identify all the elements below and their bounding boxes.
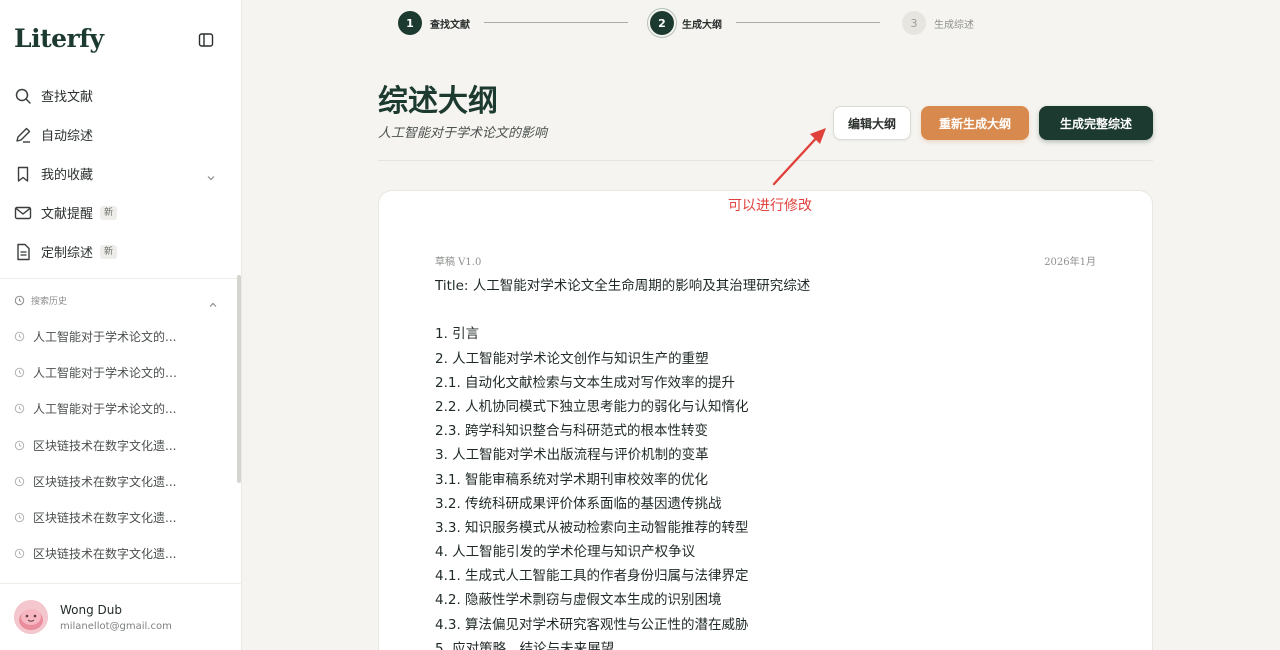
step-connector: [484, 22, 628, 23]
clock-icon: [14, 331, 25, 341]
outline-line: 4.1. 生成式人工智能工具的作者身份归属与法律界定: [435, 568, 749, 585]
history-item[interactable]: 人工智能对于学术论文的...: [0, 391, 236, 427]
outline-line: 4.2. 隐蔽性学术剽窃与虚假文本生成的识别困境: [435, 592, 722, 609]
user-name: Wong Dub: [60, 603, 123, 617]
page-subtitle: 人工智能对于学术论文的影响: [378, 126, 548, 141]
step-number: 2: [650, 11, 674, 35]
history-item[interactable]: 区块链技术在数字文化遗...: [0, 536, 236, 572]
outline-line: 3.3. 知识服务模式从被动检索向主动智能推荐的转型: [435, 519, 749, 536]
outline-line: 2.1. 自动化文献检索与文本生成对写作效率的提升: [435, 374, 736, 391]
history-item-label: 区块链技术在数字文化遗...: [33, 438, 177, 453]
clock-icon: [14, 440, 25, 450]
search-icon: [14, 87, 32, 105]
history-item-label: 人工智能对于学术论文的...: [33, 329, 177, 344]
sidebar-item-literature-alerts[interactable]: 文献提醒 新: [0, 193, 242, 232]
clock-icon: [14, 367, 25, 378]
outline-line: 2. 人工智能对学术论文创作与知识生产的重塑: [435, 350, 709, 367]
search-history-list: 人工智能对于学术论文的... 人工智能对于学术论文的影响 人工智能对于学术论文的…: [0, 318, 236, 572]
sidebar-item-label: 自动综述: [41, 129, 94, 144]
outline-content: Title: 人工智能对学术论文全生命周期的影响及其治理研究综述 1. 引言 2…: [435, 274, 1095, 650]
chevron-up-icon[interactable]: [208, 295, 218, 307]
app-logo[interactable]: Literfy: [14, 24, 104, 53]
clock-icon: [14, 476, 25, 487]
outline-line: 3.1. 智能审稿系统对学术期刊审校效率的优化: [435, 471, 709, 488]
search-history-header[interactable]: 搜索历史: [14, 292, 224, 308]
step-find-literature[interactable]: 1 查找文献: [398, 10, 470, 36]
step-generate-review[interactable]: 3 生成综述: [902, 10, 974, 36]
outline-line: 1. 引言: [435, 326, 480, 343]
outline-line: 3.2. 传统科研成果评价体系面临的基因遗传挑战: [435, 495, 722, 512]
history-item-label: 区块链技术在数字文化遗...: [33, 547, 177, 562]
step-label: 查找文献: [430, 19, 470, 31]
page-title: 综述大纲: [378, 84, 498, 119]
history-item[interactable]: 人工智能对于学术论文的影响: [0, 354, 236, 390]
annotation-arrow-icon: [772, 128, 826, 186]
bookmark-icon: [14, 165, 32, 183]
clock-icon: [14, 404, 25, 414]
outline-line: 2.2. 人机协同模式下独立思考能力的弱化与认知惰化: [435, 398, 749, 415]
step-connector: [736, 22, 880, 23]
sidebar: Literfy 查找文献 自动综述 我的收藏 文献提醒 新 定制综述 新 搜索历…: [0, 0, 242, 650]
search-history-title: 搜索历史: [31, 296, 68, 307]
draft-card: 草稿 V1.0 2026年1月 Title: 人工智能对学术论文全生命周期的影响…: [378, 190, 1153, 650]
clock-icon: [14, 512, 25, 523]
header-divider: [378, 160, 1153, 161]
history-icon: [14, 291, 25, 310]
outline-line: 3. 人工智能对学术出版流程与评价机制的变革: [435, 447, 709, 464]
regenerate-outline-button[interactable]: 重新生成大纲: [921, 106, 1029, 140]
new-badge: 新: [100, 205, 118, 220]
sidebar-item-label: 文献提醒: [41, 207, 94, 222]
sidebar-divider: [0, 278, 242, 279]
history-item-label: 人工智能对于学术论文的影响: [33, 365, 183, 380]
user-profile[interactable]: Wong Dub milanellot@gmail.com: [14, 600, 234, 640]
history-item[interactable]: 人工智能对于学术论文的...: [0, 318, 236, 354]
outline-title: Title: 人工智能对学术论文全生命周期的影响及其治理研究综述: [435, 278, 811, 294]
sidebar-item-label: 定制综述: [41, 246, 94, 261]
avatar[interactable]: [14, 600, 48, 634]
history-item-label: 区块链技术在数字文化遗...: [33, 511, 177, 526]
outline-spacer: [435, 298, 1095, 322]
step-generate-outline[interactable]: 2 生成大纲: [650, 10, 722, 36]
sidebar-divider: [0, 583, 242, 584]
draft-date: 2026年1月: [1044, 257, 1096, 268]
draft-version: 草稿 V1.0: [435, 257, 482, 268]
new-badge: 新: [100, 244, 118, 259]
step-label: 生成综述: [934, 19, 974, 31]
step-number: 3: [902, 11, 926, 35]
sidebar-nav: 查找文献 自动综述 我的收藏 文献提醒 新 定制综述 新: [0, 76, 242, 271]
document-icon: [14, 243, 32, 261]
outline-line: 5. 应对策略、结论与未来展望: [435, 640, 615, 650]
step-label: 生成大纲: [682, 19, 722, 31]
outline-line: 4. 人工智能引发的学术伦理与知识产权争议: [435, 544, 696, 561]
chevron-down-icon[interactable]: [206, 168, 216, 181]
history-item-label: 区块链技术在数字文化遗...: [33, 474, 177, 489]
sidebar-toggle-icon[interactable]: [197, 31, 215, 49]
sidebar-item-auto-review[interactable]: 自动综述: [0, 115, 242, 154]
progress-stepper: 1 查找文献 2 生成大纲 3 生成综述: [398, 10, 998, 36]
step-number: 1: [398, 11, 422, 35]
sidebar-item-favorites[interactable]: 我的收藏: [0, 154, 242, 193]
pen-icon: [14, 126, 32, 144]
sidebar-item-label: 查找文献: [41, 90, 94, 105]
outline-line: 2.3. 跨学科知识整合与科研范式的根本性转变: [435, 423, 709, 440]
history-item-label: 人工智能对于学术论文的...: [33, 402, 177, 417]
generate-full-review-button[interactable]: 生成完整综述: [1039, 106, 1153, 140]
clock-icon: [14, 549, 25, 559]
history-item[interactable]: 区块链技术在数字文化遗...: [0, 463, 236, 499]
mail-icon: [14, 204, 32, 222]
user-email: milanellot@gmail.com: [60, 621, 172, 632]
sidebar-item-label: 我的收藏: [41, 168, 94, 183]
history-item[interactable]: 区块链技术在数字文化遗...: [0, 499, 236, 535]
sidebar-item-search-literature[interactable]: 查找文献: [0, 76, 242, 115]
sidebar-scrollbar[interactable]: [237, 275, 241, 483]
edit-outline-button[interactable]: 编辑大纲: [833, 106, 911, 140]
sidebar-item-custom-review[interactable]: 定制综述 新: [0, 232, 242, 271]
outline-line: 4.3. 算法偏见对学术研究客观性与公正性的潜在威胁: [435, 616, 749, 633]
annotation-text: 可以进行修改: [728, 198, 812, 214]
history-item[interactable]: 区块链技术在数字文化遗...: [0, 427, 236, 463]
